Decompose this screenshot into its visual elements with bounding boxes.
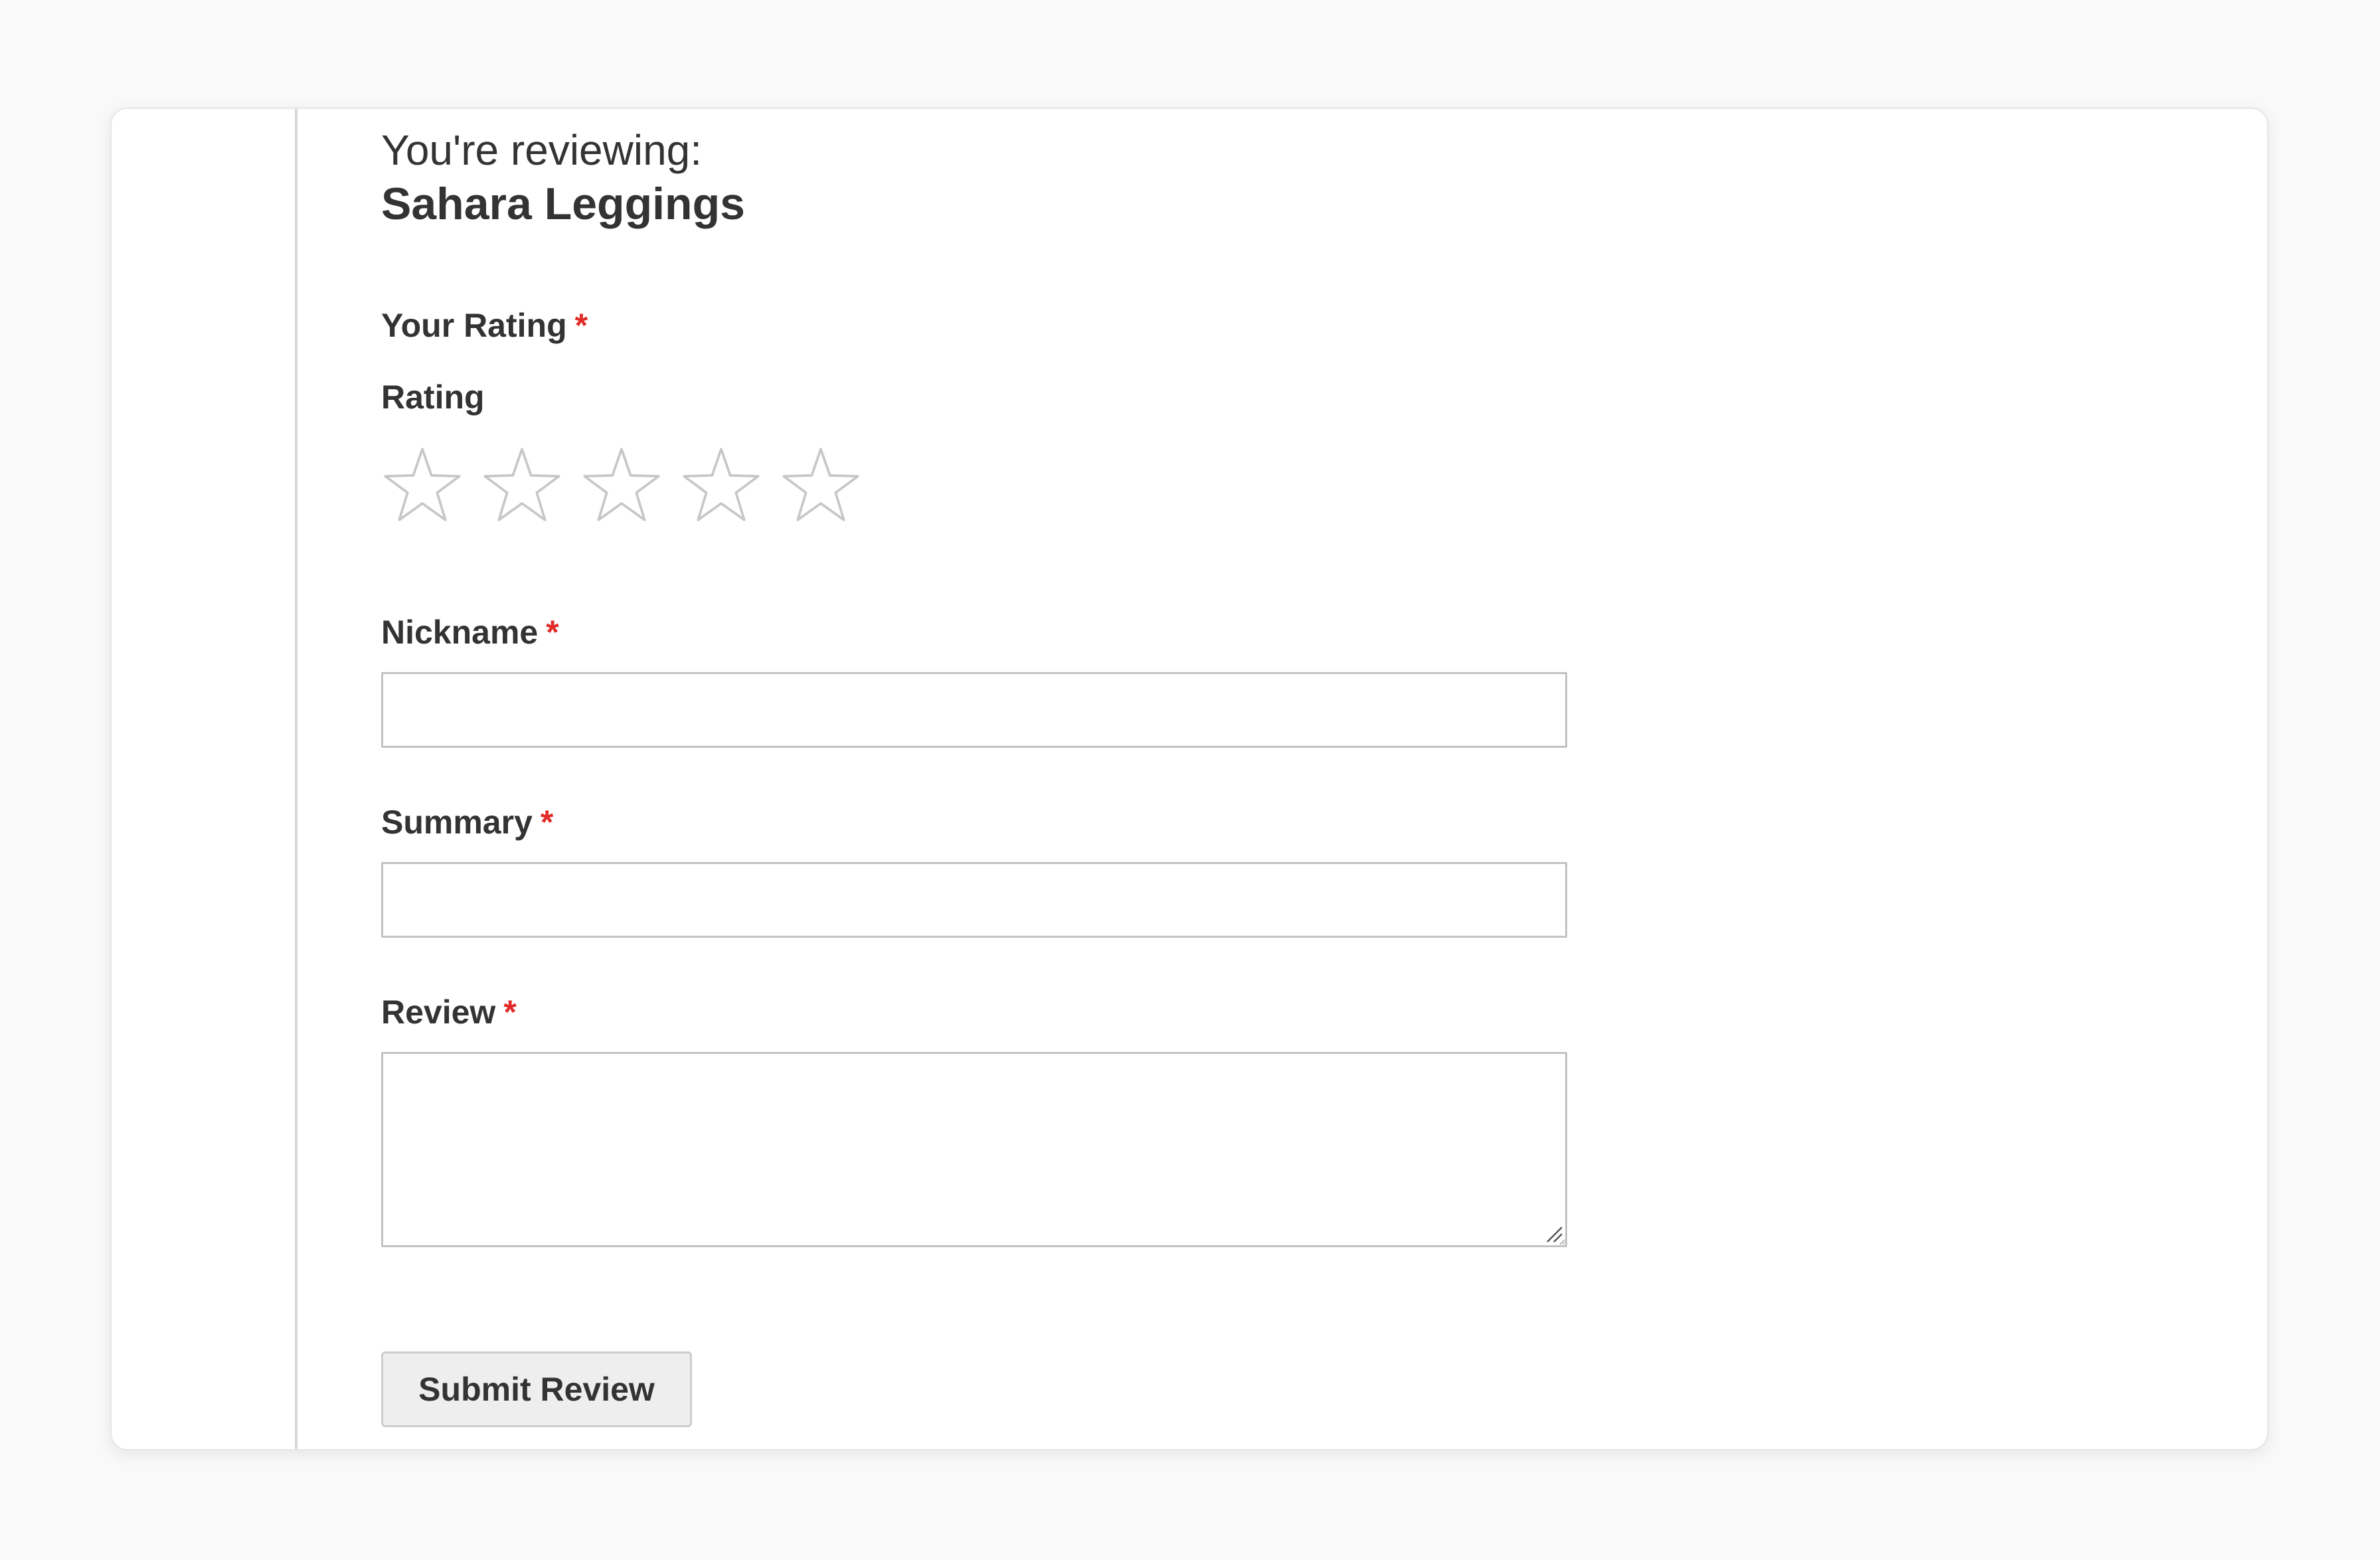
review-label-text: Review (381, 994, 496, 1031)
summary-label: Summary * (381, 802, 553, 842)
star-icon[interactable] (680, 445, 780, 531)
star-icon[interactable] (580, 445, 680, 531)
form-legend: You're reviewing: (381, 126, 703, 174)
submit-review-button[interactable]: Submit Review (381, 1351, 692, 1427)
rating-sublabel: Rating (381, 379, 485, 416)
required-mark: * (546, 614, 559, 651)
star-icon[interactable] (481, 445, 580, 531)
resize-grip-icon[interactable] (1545, 1225, 1563, 1243)
review-textarea[interactable] (381, 1052, 1567, 1247)
rating-stars (381, 445, 879, 531)
star-icon[interactable] (381, 445, 481, 531)
divider-line (295, 109, 298, 1449)
summary-input[interactable] (381, 862, 1567, 938)
product-name: Sahara Leggings (381, 179, 745, 229)
your-rating-label: Your Rating * (381, 305, 588, 345)
required-mark: * (574, 307, 588, 344)
star-icon[interactable] (780, 445, 879, 531)
nickname-input[interactable] (381, 672, 1567, 748)
your-rating-label-text: Your Rating (381, 307, 567, 344)
review-form-card: You're reviewing: Sahara Leggings Your R… (110, 108, 2268, 1450)
required-mark: * (540, 804, 554, 841)
review-label: Review * (381, 992, 517, 1032)
required-mark: * (503, 994, 517, 1031)
nickname-label: Nickname * (381, 612, 559, 652)
nickname-label-text: Nickname (381, 614, 539, 651)
summary-label-text: Summary (381, 804, 533, 841)
review-textarea-wrapper (381, 1052, 1567, 1247)
